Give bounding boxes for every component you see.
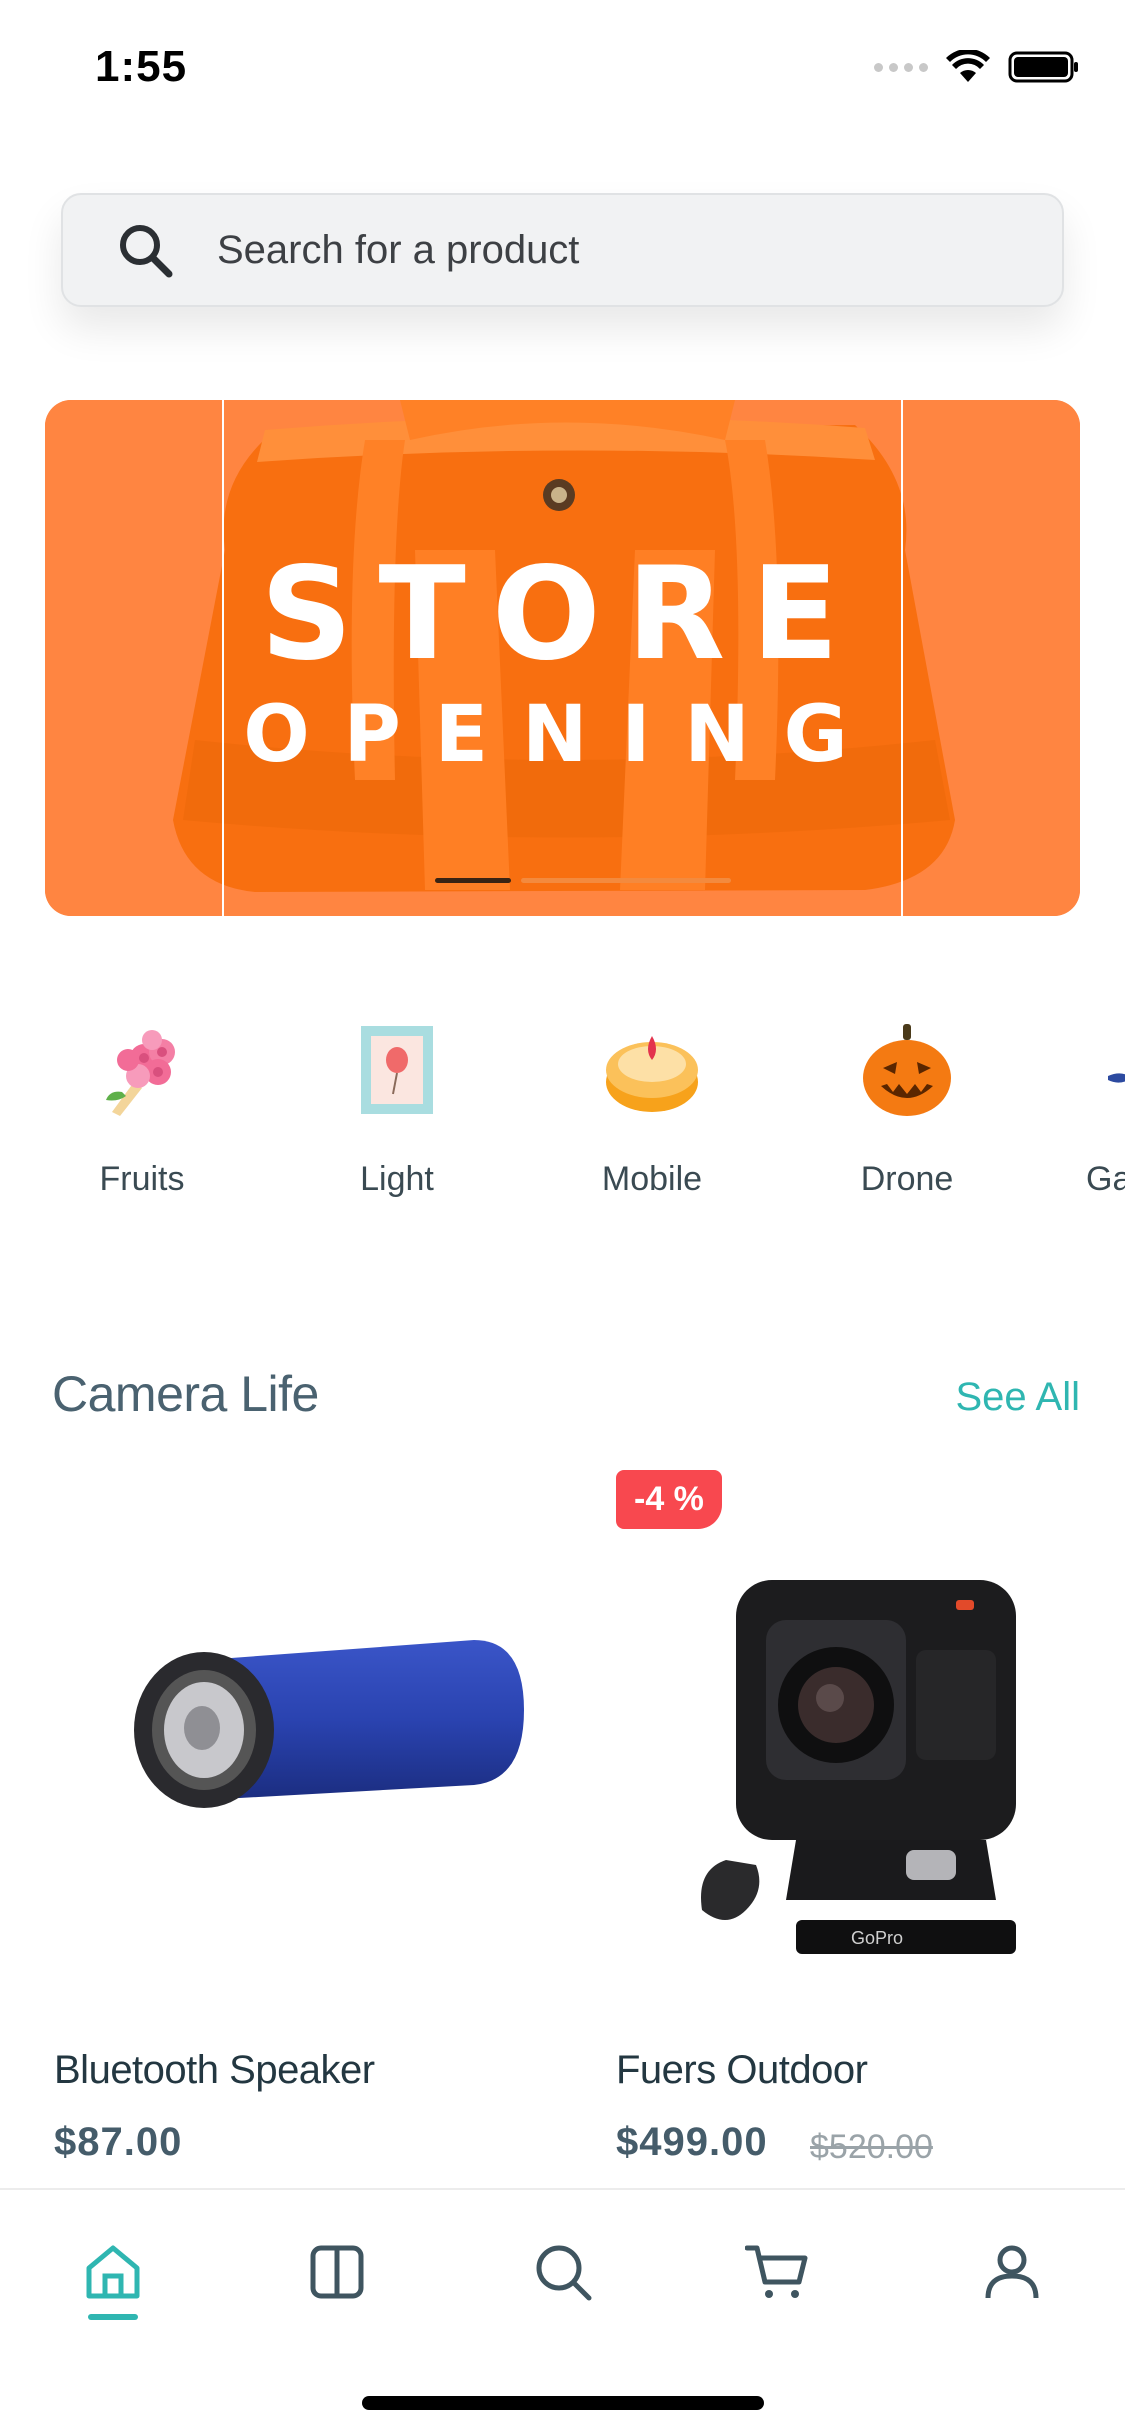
partial-category-icon [1108, 1073, 1125, 1083]
search-icon [536, 2245, 592, 2301]
tab-cart[interactable] [737, 2232, 817, 2312]
carousel-indicator-active [435, 878, 511, 883]
promo-banner[interactable]: STORE OPENING [45, 400, 1080, 916]
banner-subheadline: OPENING [243, 690, 882, 780]
search-bar[interactable]: Search for a product [61, 193, 1064, 307]
category-item-light[interactable]: Light [297, 1000, 497, 1199]
cart-icon [745, 2245, 808, 2298]
dessert-icon [606, 1036, 698, 1112]
product-original-price: $520.00 [810, 2128, 933, 2166]
category-label: Ga [1086, 1160, 1125, 1198]
home-icon [86, 2245, 140, 2299]
svg-text:GoPro: GoPro [851, 1928, 903, 1948]
product-name: Fuers Outdoor [616, 2048, 868, 2092]
see-all-link[interactable]: See All [955, 1375, 1080, 1420]
category-item-fruits[interactable]: Fruits [42, 1000, 242, 1199]
active-tab-indicator [88, 2314, 138, 2320]
product-card[interactable]: GoPro -4 % Fuers Outdoor $499.00 $520.00 [616, 1470, 1125, 2170]
action-camera-image: GoPro [701, 1580, 1016, 1954]
home-indicator [362, 2396, 764, 2410]
category-label: Mobile [601, 1160, 703, 1198]
search-icon [120, 225, 173, 278]
speaker-image [134, 1640, 524, 1808]
battery-icon [1008, 51, 1078, 83]
status-bar: 1:55 [0, 0, 1125, 130]
discount-badge: -4 % [616, 1470, 722, 1529]
bouquet-icon [106, 1030, 175, 1116]
category-item-partial[interactable]: Ga [1062, 1000, 1125, 1199]
tab-home[interactable] [73, 2232, 153, 2312]
carousel-indicator [521, 878, 731, 883]
profile-icon [985, 2245, 1039, 2299]
pumpkin-icon [863, 1024, 951, 1116]
product-name: Bluetooth Speaker [54, 2048, 375, 2092]
tab-catalog[interactable] [297, 2232, 377, 2312]
status-time: 1:55 [95, 42, 188, 91]
tab-search[interactable] [523, 2232, 603, 2312]
framed-picture-icon [361, 1026, 433, 1114]
category-label: Light [360, 1160, 434, 1198]
category-item-mobile[interactable]: Mobile [552, 1000, 752, 1199]
search-placeholder: Search for a product [217, 227, 580, 272]
status-indicators [874, 50, 1080, 84]
category-item-drone[interactable]: Drone [807, 1000, 1007, 1199]
product-price: $87.00 [54, 2120, 183, 2164]
cellular-signal-icon [874, 62, 928, 72]
category-label: Drone [860, 1160, 954, 1198]
catalog-icon [310, 2245, 364, 2299]
product-price: $499.00 [616, 2120, 768, 2164]
tab-profile[interactable] [972, 2232, 1052, 2312]
banner-headline: STORE [260, 540, 865, 689]
category-label: Fruits [99, 1160, 185, 1198]
wifi-icon [946, 50, 990, 82]
product-card[interactable]: Bluetooth Speaker $87.00 [54, 1470, 574, 2170]
section-title: Camera Life [52, 1366, 319, 1422]
category-list: Fruits Light Mobile Drone Ga [0, 1000, 1125, 1230]
